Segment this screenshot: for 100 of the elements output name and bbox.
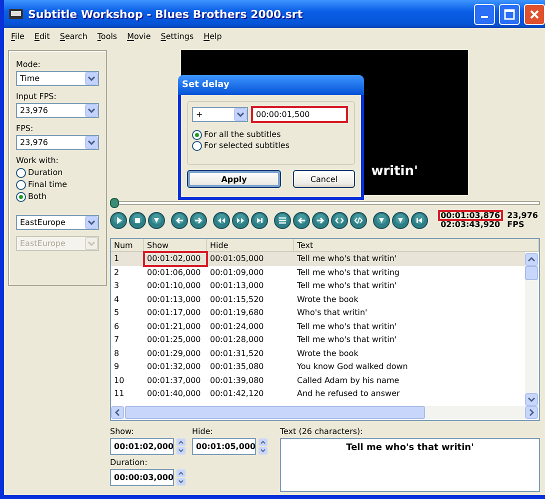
table-cell-text: 00:01:15,520 bbox=[209, 294, 265, 306]
radio-option[interactable]: Final time bbox=[16, 179, 99, 190]
list-button[interactable] bbox=[274, 212, 291, 228]
table-row[interactable]: 7 00:01:25,000 00:01:28,000 Tell me who's that writin' bbox=[111, 333, 525, 346]
fast-forward-button[interactable] bbox=[232, 212, 249, 228]
table-row[interactable]: 9 00:01:32,000 00:01:35,080 You know God walked down bbox=[111, 360, 525, 374]
dropdown[interactable]: Time bbox=[16, 71, 99, 86]
scroll-right-button[interactable] bbox=[525, 406, 538, 419]
menu-item[interactable]: Edit bbox=[29, 32, 55, 40]
table-cell-text: 00:01:28,000 bbox=[209, 334, 265, 346]
table-cell-text: 00:01:09,000 bbox=[209, 266, 265, 279]
close-button[interactable] bbox=[524, 4, 545, 24]
table-cell-text: 11 bbox=[113, 388, 126, 400]
column-header[interactable]: Hide bbox=[207, 239, 294, 251]
fps-unit: FPS bbox=[506, 220, 526, 229]
rewind-button[interactable] bbox=[213, 212, 230, 228]
menu-item[interactable]: Tools bbox=[92, 32, 122, 40]
radio-option[interactable]: Both bbox=[16, 191, 99, 202]
table-cell-text: 8 bbox=[113, 348, 120, 360]
table-row[interactable]: 1 00:01:02,000 00:01:05,000 Tell me who's that writin' bbox=[111, 252, 525, 266]
scroll-left-button[interactable] bbox=[111, 406, 124, 419]
dropdown[interactable]: EastEurope bbox=[16, 215, 99, 230]
menu-item[interactable]: Movie bbox=[122, 32, 156, 40]
table-cell-text: 00:01:42,120 bbox=[209, 388, 265, 400]
table-cell-text: 2 bbox=[113, 266, 120, 279]
left-arrow-button[interactable] bbox=[293, 212, 310, 228]
table-row[interactable]: 4 00:01:13,000 00:01:15,520 Wrote the book bbox=[111, 292, 525, 306]
skip-button[interactable] bbox=[251, 212, 268, 228]
close-icon bbox=[529, 8, 540, 20]
down-arrow-button[interactable] bbox=[392, 212, 409, 228]
text-area[interactable]: Tell me who's that writin' bbox=[280, 438, 540, 492]
column-header[interactable]: Show bbox=[144, 239, 207, 251]
table-cell-text: You know God walked down bbox=[296, 361, 409, 374]
maximize-icon bbox=[504, 8, 515, 20]
table-cell-text: 4 bbox=[113, 294, 120, 306]
time-field[interactable]: 00:01:05,000 bbox=[192, 438, 256, 455]
column-header[interactable]: Text bbox=[294, 239, 539, 251]
right-arrow-button[interactable] bbox=[312, 212, 329, 228]
scroll-thumb[interactable] bbox=[525, 266, 538, 280]
table-cell-text: 00:01:37,000 bbox=[146, 374, 202, 387]
right-arrow-button[interactable] bbox=[190, 212, 207, 228]
scroll-up-button[interactable] bbox=[525, 253, 538, 266]
subtitle-overlay: writin' bbox=[371, 164, 418, 179]
scroll-thumb[interactable] bbox=[125, 406, 425, 419]
table-cell-text: Who's that writin' bbox=[296, 307, 368, 320]
down-arrow-button[interactable] bbox=[373, 212, 390, 228]
menu-item[interactable]: Search bbox=[54, 32, 92, 40]
table-row[interactable]: 3 00:01:10,000 00:01:13,000 Tell me who's that writin' bbox=[111, 279, 525, 292]
table-cell-text: 00:01:24,000 bbox=[209, 320, 265, 333]
horizontal-scrollbar[interactable] bbox=[111, 406, 538, 419]
field-label: Show: bbox=[110, 427, 135, 436]
maximize-button[interactable] bbox=[499, 4, 520, 24]
menu-item[interactable]: Help bbox=[198, 32, 227, 40]
caret-icon bbox=[85, 72, 98, 85]
table-row[interactable]: 8 00:01:29,000 00:01:31,520 Wrote the book bbox=[111, 346, 525, 360]
left-arrow-button[interactable] bbox=[171, 212, 188, 228]
dropdown[interactable]: + bbox=[192, 107, 248, 122]
minimize-button[interactable] bbox=[474, 4, 495, 24]
spin-button[interactable] bbox=[258, 438, 268, 455]
seek-slider[interactable] bbox=[110, 201, 540, 205]
table-row[interactable]: 6 00:01:21,000 00:01:24,000 Tell me who's that writin' bbox=[111, 320, 525, 333]
minimize-icon bbox=[481, 16, 488, 18]
delay-field[interactable]: 00:00:01,500 bbox=[252, 107, 347, 122]
brackets-button[interactable] bbox=[331, 212, 348, 228]
radio-option[interactable]: For selected subtitles bbox=[192, 140, 350, 151]
spin-button[interactable] bbox=[176, 469, 186, 486]
table-row[interactable]: 5 00:01:17,000 00:01:19,680 Who's that writin' bbox=[111, 306, 525, 320]
stop-button[interactable] bbox=[129, 212, 146, 228]
caret-icon bbox=[85, 237, 98, 250]
total-time: 02:03:43,920 bbox=[440, 220, 502, 229]
table-cell-text: 1 bbox=[113, 253, 120, 266]
slider-thumb[interactable] bbox=[110, 198, 119, 208]
table-cell-text: Tell me who's that writin' bbox=[296, 320, 398, 333]
table-cell-text: 00:01:29,000 bbox=[146, 348, 202, 360]
table-row[interactable]: 10 00:01:37,000 00:01:39,080 Called Adam by his name bbox=[111, 374, 525, 387]
time-field[interactable]: 00:01:02,000 bbox=[110, 438, 174, 455]
play-button[interactable] bbox=[110, 212, 127, 228]
tag-button[interactable] bbox=[350, 212, 367, 228]
dropdown[interactable]: 23,976 bbox=[16, 103, 99, 118]
radio-option[interactable]: For all the subtitles bbox=[192, 129, 350, 140]
vertical-scrollbar[interactable] bbox=[525, 253, 538, 406]
fps-value: 23,976 bbox=[506, 211, 539, 220]
dialog-button[interactable]: Apply bbox=[187, 170, 281, 188]
dialog-button[interactable]: Cancel bbox=[293, 170, 355, 188]
scroll-down-button[interactable] bbox=[525, 393, 538, 406]
menu-item[interactable]: Settings bbox=[156, 32, 199, 40]
spin-button[interactable] bbox=[176, 438, 186, 455]
table-row[interactable]: 2 00:01:06,000 00:01:09,000 Tell me who's that writing bbox=[111, 266, 525, 279]
table-cell-text: Wrote the book bbox=[296, 294, 360, 306]
caret-icon bbox=[234, 108, 247, 121]
menu-item[interactable]: File bbox=[6, 32, 30, 40]
down-arrow-button[interactable] bbox=[148, 212, 165, 228]
radio-option[interactable]: Duration bbox=[16, 167, 99, 178]
table-row[interactable]: 11 00:01:40,000 00:01:42,120 And he refused to answer bbox=[111, 387, 525, 400]
table-cell-text: 7 bbox=[113, 334, 120, 346]
dropdown[interactable]: 23,976 bbox=[16, 135, 99, 150]
column-header[interactable]: Num bbox=[111, 239, 144, 251]
skip-back-button[interactable] bbox=[411, 212, 428, 228]
field-label: Input FPS: bbox=[16, 92, 58, 101]
time-field[interactable]: 00:00:03,000 bbox=[110, 469, 174, 486]
